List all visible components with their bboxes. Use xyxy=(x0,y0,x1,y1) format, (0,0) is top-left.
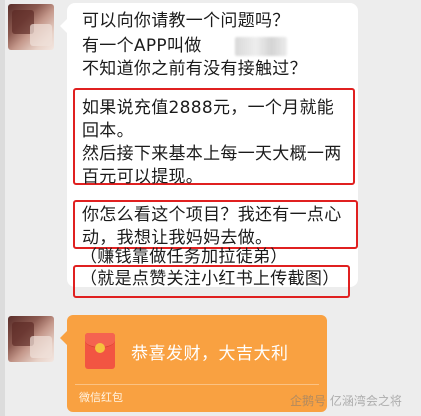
red-packet-message[interactable]: 恭喜发财，大吉大利 微信红包 xyxy=(60,315,327,412)
message-line-7: 百元可以提现。 xyxy=(82,167,204,187)
message-line-1: 可以向你请教一个问题吗？ xyxy=(82,11,290,31)
red-packet-label: 微信红包 xyxy=(79,391,123,404)
message-line-3: 不知道你之前有没有接触过？ xyxy=(82,59,307,79)
message-line-4: 如果说充值2888元，一个月就能 xyxy=(82,98,335,118)
blurred-app-name xyxy=(235,37,287,56)
contact-avatar[interactable] xyxy=(8,4,54,50)
red-packet-greeting: 恭喜发财，大吉大利 xyxy=(131,344,289,364)
window-edge xyxy=(0,0,5,416)
red-packet-divider xyxy=(75,384,319,385)
message-line-8: 你怎么看这个项目？我还有一点心 xyxy=(82,205,342,225)
message-line-2: 有一个APP叫做 xyxy=(82,36,202,56)
watermark: 企鹅号 亿涵湾会之将 xyxy=(290,394,402,408)
message-line-6: 然后接下来基本上每一天大概一两 xyxy=(82,144,342,164)
message-line-5: 回本。 xyxy=(82,121,134,141)
contact-avatar[interactable] xyxy=(8,316,54,362)
red-envelope-icon xyxy=(85,333,115,369)
message-line-11: （就是点赞关注小红书上传截图） xyxy=(80,269,340,289)
